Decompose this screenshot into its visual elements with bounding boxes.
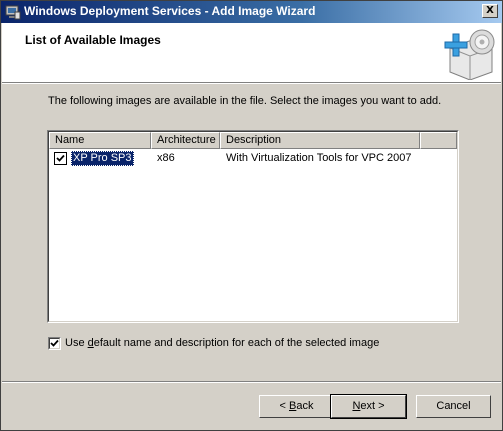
column-header-filler [420, 132, 457, 149]
column-header-architecture[interactable]: Architecture [151, 132, 220, 149]
row-checkbox[interactable] [54, 152, 67, 165]
use-default-label-post: efault name and description for each of … [93, 337, 380, 349]
add-image-icon [444, 29, 495, 80]
footer-divider-highlight [2, 382, 501, 383]
instruction-text: The following images are available in th… [48, 95, 442, 107]
description-cell: With Virtualization Tools for VPC 2007 [226, 152, 412, 164]
use-default-label[interactable]: Use default name and description for eac… [65, 337, 379, 349]
checkmark-icon [50, 339, 59, 347]
column-header-name[interactable]: Name [49, 132, 151, 149]
image-list[interactable]: Name Architecture Description XP Pro SP3… [47, 130, 459, 323]
title-bar[interactable]: Windows Deployment Services - Add Image … [1, 1, 502, 23]
list-header: Name Architecture Description [49, 132, 457, 149]
window-title: Windows Deployment Services - Add Image … [24, 4, 316, 18]
checkmark-icon [56, 154, 65, 162]
back-label-pre: < [279, 400, 289, 412]
next-label-post: ext > [360, 400, 385, 412]
use-default-checkbox[interactable] [48, 337, 61, 350]
close-button[interactable]: X [482, 4, 498, 18]
close-icon: X [486, 5, 494, 16]
column-header-description[interactable]: Description [220, 132, 420, 149]
use-default-label-pre: Use [65, 337, 88, 349]
wizard-header: List of Available Images [2, 23, 501, 82]
list-item[interactable]: XP Pro SP3 x86 With Virtualization Tools… [49, 150, 457, 167]
back-button[interactable]: < Back [259, 395, 334, 418]
wds-app-icon [5, 5, 21, 20]
architecture-cell: x86 [157, 152, 175, 164]
next-button[interactable]: Next > [330, 394, 407, 419]
cancel-button[interactable]: Cancel [416, 395, 491, 418]
header-divider-highlight [2, 83, 501, 84]
page-title: List of Available Images [25, 33, 161, 47]
back-label-post: ack [296, 400, 314, 412]
image-name-cell[interactable]: XP Pro SP3 [71, 151, 134, 166]
wizard-window: Windows Deployment Services - Add Image … [0, 0, 503, 431]
